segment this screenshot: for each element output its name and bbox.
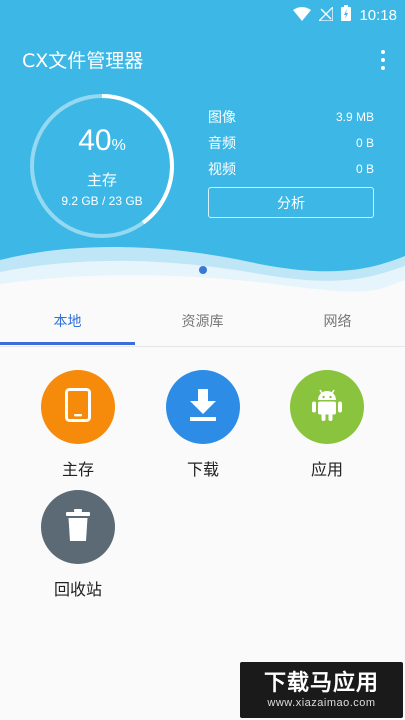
tile-icon-circle	[41, 370, 115, 444]
storage-percent: 40%	[78, 124, 126, 163]
tile-downloads[interactable]: 下载	[148, 370, 258, 480]
tile-icon-circle	[41, 490, 115, 564]
trash-icon	[66, 509, 90, 545]
storage-header: 10:18 CX文件管理器 40% 主存 9.2 GB / 23 GB 图像 3…	[0, 0, 405, 295]
page-indicator-dot	[199, 266, 207, 274]
tile-apps[interactable]: 应用	[272, 370, 382, 480]
stat-row-video: 视频 0 B	[208, 156, 374, 182]
tile-label: 应用	[310, 460, 343, 479]
tile-icon-circle	[290, 370, 364, 444]
tile-recycle-bin[interactable]: 回收站	[23, 490, 133, 600]
tile-icon-circle	[166, 370, 240, 444]
app-title: CX文件管理器	[22, 50, 144, 72]
tile-label: 主存	[61, 460, 94, 479]
stat-name: 视频	[208, 162, 236, 178]
watermark-text: 下载马应用	[263, 671, 379, 696]
stat-name: 图像	[208, 110, 236, 126]
percent-value: 40	[78, 124, 112, 157]
media-stats: 图像 3.9 MB 音频 0 B 视频 0 B	[208, 104, 374, 182]
tab-library[interactable]: 资源库	[135, 295, 270, 346]
storage-ring-text[interactable]: 40% 主存 9.2 GB / 23 GB	[28, 92, 176, 240]
stat-row-images: 图像 3.9 MB	[208, 104, 374, 130]
stat-row-audio: 音频 0 B	[208, 130, 374, 156]
storage-label: 主存	[86, 171, 117, 189]
analyze-button[interactable]: 分析	[208, 187, 374, 218]
tab-bar: 本地 资源库 网络	[0, 295, 405, 347]
android-icon	[311, 388, 343, 426]
wifi-icon	[293, 6, 312, 25]
stat-value: 3.9 MB	[335, 110, 374, 124]
storage-usage: 9.2 GB / 23 GB	[61, 194, 143, 208]
status-bar: 10:18	[0, 0, 405, 28]
tab-network[interactable]: 网络	[270, 295, 405, 346]
tile-label: 回收站	[53, 580, 102, 599]
tab-local[interactable]: 本地	[0, 295, 135, 346]
stat-value: 0 B	[355, 136, 374, 150]
tile-main-storage[interactable]: 主存	[23, 370, 133, 480]
no-signal-icon	[317, 4, 335, 25]
tablet-icon	[65, 388, 91, 426]
tab-indicator	[0, 342, 135, 345]
more-options-icon[interactable]	[375, 48, 391, 72]
stat-name: 音频	[208, 136, 236, 152]
percent-sign: %	[111, 137, 126, 154]
watermark-url: www.xiazaimao.com	[267, 697, 376, 709]
clock: 10:18	[359, 6, 397, 24]
watermark-logo: 下载马应用 www.xiazaimao.com	[240, 662, 403, 718]
download-icon	[189, 389, 217, 425]
battery-charging-icon	[341, 5, 352, 25]
stat-value: 0 B	[355, 162, 374, 176]
tile-label: 下载	[186, 460, 219, 479]
